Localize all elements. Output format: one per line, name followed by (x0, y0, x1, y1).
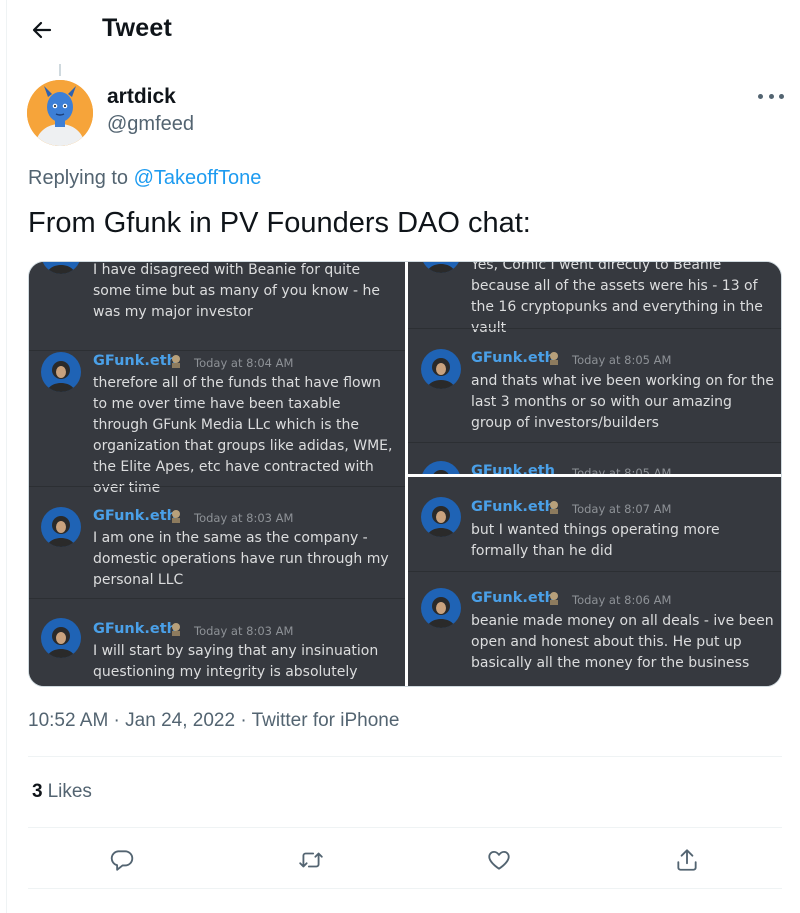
message-text: therefore all of the funds that have flo… (93, 375, 393, 496)
user-badge-icon (172, 355, 180, 368)
username: GFunk.eth (471, 350, 555, 366)
like-icon (488, 850, 510, 870)
page-header: Tweet (0, 0, 800, 60)
tweet-time[interactable]: 10:52 AM (28, 710, 108, 731)
dot-icon (768, 93, 774, 99)
user-badge-icon (172, 510, 180, 523)
message-text: I am one in the same as the company - do… (93, 530, 389, 588)
user-badge-icon (172, 623, 180, 636)
chat-message: GFunk.eth Today at 8:05 AM (408, 442, 781, 474)
like-button[interactable] (479, 840, 519, 880)
likes-stat[interactable]: 3 Likes (32, 781, 92, 803)
chat-message: GFunk.eth Today at 8:04 AM therefore all… (29, 350, 405, 496)
tweet-media[interactable]: I have disagreed with Beanie for quite s… (28, 261, 782, 687)
share-button[interactable] (667, 840, 707, 880)
chat-message: GFunk.eth Today at 8:06 AM beanie made m… (408, 571, 781, 686)
retweet-icon (299, 852, 323, 868)
reply-icon (110, 850, 134, 871)
message-time: Today at 8:03 AM (194, 624, 294, 638)
tweet-date[interactable]: Jan 24, 2022 (125, 710, 235, 731)
username: GFunk.eth (93, 353, 177, 369)
chat-message: GFunk.eth Today at 8:03 AM I will start … (29, 598, 405, 686)
back-button[interactable] (22, 12, 62, 48)
message-time: Today at 8:04 AM (194, 356, 294, 370)
user-avatar (41, 507, 81, 547)
chat-message: I have disagreed with Beanie for quite s… (29, 262, 405, 346)
user-avatar (41, 262, 81, 274)
chat-message: GFunk.eth Today at 8:03 AM I am one in t… (29, 486, 405, 596)
message-text: I have disagreed with Beanie for quite s… (93, 262, 381, 320)
share-icon (677, 849, 697, 871)
chat-screenshot-right-bottom: GFunk.eth Today at 8:07 AM but I wanted … (408, 477, 781, 686)
message-text: and thats what ive been working on for t… (471, 373, 775, 431)
author-display-name[interactable]: artdick (107, 85, 176, 109)
message-text: beanie made money on all deals - ive bee… (471, 613, 774, 671)
message-text: but I wanted things operating more forma… (471, 522, 720, 559)
username: GFunk.eth (471, 463, 555, 474)
user-avatar (41, 352, 81, 392)
page-title: Tweet (102, 14, 172, 42)
user-avatar (41, 618, 81, 658)
user-avatar (421, 588, 461, 628)
dot-icon (779, 93, 784, 99)
divider (28, 756, 782, 757)
user-avatar (421, 349, 461, 389)
tweet-source[interactable]: Twitter for iPhone (252, 710, 400, 731)
author-handle[interactable]: @gmfeed (107, 113, 194, 136)
message-time: Today at 8:07 AM (572, 502, 672, 516)
chat-screenshot-right-top: Yes, Comic I went directly to Beanie bec… (408, 262, 781, 474)
likes-label: Likes (47, 781, 92, 802)
username: GFunk.eth (93, 508, 177, 524)
chat-message: GFunk.eth Today at 8:05 AM and thats wha… (408, 328, 781, 440)
tweet-timestamp: 10:52 AM · Jan 24, 2022 · Twitter for iP… (28, 710, 399, 732)
divider (28, 888, 782, 889)
message-time: Today at 8:05 AM (572, 466, 672, 474)
user-avatar (421, 461, 461, 474)
user-badge-icon (550, 352, 558, 365)
user-avatar (421, 497, 461, 537)
left-border (6, 0, 7, 913)
meta-separator: · (108, 710, 126, 731)
replying-to: Replying to @TakeoffTone (28, 167, 261, 190)
reply-target-link[interactable]: @TakeoffTone (134, 167, 262, 189)
chat-screenshot-left: I have disagreed with Beanie for quite s… (29, 262, 405, 686)
message-time: Today at 8:06 AM (572, 593, 672, 607)
message-time: Today at 8:05 AM (572, 353, 672, 367)
username: GFunk.eth (93, 621, 177, 637)
dot-icon (758, 93, 763, 99)
tweet-text: From Gfunk in PV Founders DAO chat: (28, 207, 531, 239)
chat-message: GFunk.eth Today at 8:07 AM but I wanted … (408, 477, 781, 569)
chat-message: Yes, Comic I went directly to Beanie bec… (408, 262, 781, 336)
likes-count: 3 (32, 781, 43, 802)
user-badge-icon (550, 592, 558, 605)
divider (28, 827, 782, 828)
thread-connector (59, 64, 61, 76)
user-avatar (421, 262, 461, 273)
more-options-button[interactable] (756, 86, 786, 106)
replying-prefix: Replying to (28, 167, 134, 189)
username: GFunk.eth (471, 590, 555, 606)
reply-button[interactable] (102, 840, 142, 880)
retweet-button[interactable] (291, 840, 331, 880)
username: GFunk.eth (471, 499, 555, 515)
meta-separator: · (235, 710, 252, 731)
avatar[interactable] (27, 80, 93, 146)
user-badge-icon (550, 501, 558, 514)
message-text: I will start by saying that any insinuat… (93, 643, 379, 686)
message-time: Today at 8:03 AM (194, 511, 294, 525)
arrow-left-icon (32, 21, 52, 39)
avatar-image (27, 80, 93, 146)
